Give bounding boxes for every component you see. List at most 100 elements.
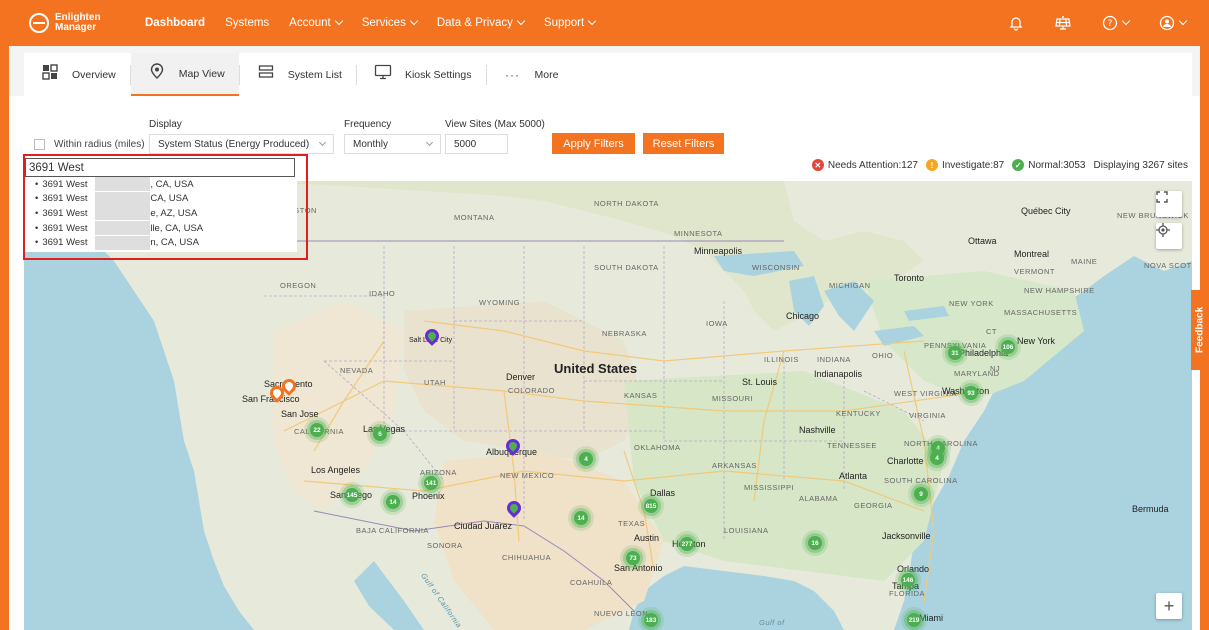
tab-kiosk-settings[interactable]: Kiosk Settings (357, 53, 486, 96)
label-baja-california: BAJA CALIFORNIA (356, 526, 429, 535)
label-south-carolina: SOUTH CAROLINA (884, 476, 958, 485)
city-minneapolis: Minneapolis (694, 246, 743, 256)
view-tabs: Overview Map View System List Kiosk Sett… (24, 53, 1192, 96)
label-colorado: COLORADO (508, 386, 555, 395)
site-cluster-marker[interactable]: 183 (644, 613, 658, 627)
frequency-select[interactable]: Monthly (344, 134, 441, 154)
label-illinois: ILLINOIS (764, 355, 799, 364)
site-cluster-marker[interactable]: 277 (680, 537, 694, 551)
investigate-badge[interactable]: ! Investigate:87 (925, 159, 1004, 171)
site-cluster-marker[interactable]: 16 (808, 536, 822, 550)
nav-services[interactable]: Services (362, 16, 419, 29)
city-phoenix: Phoenix (412, 491, 445, 501)
chevron-down-icon (1178, 16, 1188, 26)
zoom-in-button[interactable]: + (1156, 593, 1182, 619)
error-icon: ✕ (811, 159, 824, 171)
label-oregon: OREGON (280, 281, 317, 290)
city-san-jose: San Jose (281, 409, 319, 419)
label-georgia: GEORGIA (854, 501, 893, 510)
label-coahuila: COAHUILA (570, 578, 613, 587)
site-cluster-marker[interactable]: 93 (964, 386, 978, 400)
needs-attention-badge[interactable]: ✕ Needs Attention:127 (811, 159, 918, 171)
label-nova-scotia: NOVA SCOTIA (1144, 261, 1192, 270)
label-new-mexico: NEW MEXICO (500, 471, 555, 480)
site-cluster-marker[interactable]: 145 (345, 488, 359, 502)
tab-more[interactable]: ··· More (487, 53, 573, 96)
site-cluster-marker[interactable]: 73 (626, 551, 640, 565)
solar-panel-icon[interactable] (1054, 15, 1072, 31)
site-cluster-marker[interactable]: 219 (907, 613, 921, 627)
chevron-down-icon (318, 138, 327, 147)
label-gulf-of-mexico: Gulf of (759, 618, 785, 627)
within-radius-checkbox[interactable]: Within radius (miles) (34, 139, 145, 150)
site-cluster-marker[interactable]: 4 (930, 451, 944, 465)
enlighten-logo[interactable]: Enlighten Manager (29, 13, 139, 33)
chevron-down-icon (334, 16, 343, 26)
normal-badge[interactable]: ✓ Normal:3053 (1012, 159, 1086, 171)
nav-support[interactable]: Support (544, 16, 597, 29)
label-idaho: IDAHO (369, 289, 396, 298)
label-chihuahua: CHIHUAHUA (502, 553, 552, 562)
label-maine: MAINE (1071, 257, 1098, 266)
label-vermont: VERMONT (1014, 267, 1055, 276)
status-summary: ✕ Needs Attention:127 ! Investigate:87 ✓… (804, 159, 1188, 171)
monitor-icon (373, 64, 393, 85)
label-arkansas: ARKANSAS (712, 461, 757, 470)
view-sites-input[interactable]: 5000 (445, 134, 508, 154)
city-ciudad-juarez: Ciudad Juárez (454, 521, 513, 531)
label-tennessee: TENNESSEE (827, 441, 877, 450)
feedback-tab[interactable]: Feedback (1191, 290, 1209, 370)
site-cluster-marker[interactable]: 4 (579, 452, 593, 466)
site-cluster-marker[interactable]: 146 (901, 573, 915, 587)
nav-dashboard[interactable]: Dashboard (145, 17, 205, 29)
label-texas: TEXAS (618, 519, 646, 528)
fullscreen-icon[interactable] (1156, 191, 1182, 217)
site-cluster-marker[interactable]: 6 (373, 427, 387, 441)
help-icon[interactable]: ? (1102, 15, 1131, 31)
label-virginia: VIRGINIA (909, 411, 946, 420)
city-new-york: New York (1017, 336, 1056, 346)
nav-account[interactable]: Account (289, 16, 343, 29)
label-alabama: ALABAMA (799, 494, 838, 503)
site-cluster-marker[interactable]: 14 (574, 511, 588, 525)
reset-filters-button[interactable]: Reset Filters (643, 133, 724, 154)
tab-system-list[interactable]: System List (240, 53, 356, 96)
site-cluster-marker[interactable]: 22 (310, 423, 324, 437)
label-oklahoma: OKLAHOMA (634, 443, 681, 452)
nav-data-privacy[interactable]: Data & Privacy (437, 16, 526, 29)
display-select[interactable]: System Status (Energy Produced) (149, 134, 334, 154)
tab-map-view[interactable]: Map View (130, 53, 239, 96)
map-pin-icon (147, 63, 167, 84)
chevron-down-icon (425, 138, 434, 147)
tab-overview[interactable]: Overview (24, 53, 130, 96)
city-ottawa: Ottawa (968, 236, 997, 246)
label-north-dakota: NORTH DAKOTA (594, 199, 659, 208)
city-quebec-city: Québec City (1021, 206, 1071, 216)
display-label: Display (149, 119, 182, 130)
label-michigan: MICHIGAN (829, 281, 871, 290)
label-united-states: United States (554, 361, 638, 376)
label-wyoming: WYOMING (479, 298, 520, 307)
site-cluster-marker[interactable]: 9 (914, 487, 928, 501)
displaying-count: Displaying 3267 sites (1093, 159, 1189, 171)
site-cluster-marker[interactable]: 14 (386, 495, 400, 509)
label-montana: MONTANA (454, 213, 495, 222)
site-cluster-marker[interactable]: 141 (424, 476, 438, 490)
label-kansas: KANSAS (624, 391, 658, 400)
city-indianapolis: Indianapolis (814, 369, 863, 379)
label-south-dakota: SOUTH DAKOTA (594, 263, 659, 272)
label-nuevo-leon: NUEVO LEON (594, 609, 649, 618)
bell-icon[interactable] (1008, 15, 1024, 31)
label-louisiana: LOUISIANA (724, 526, 769, 535)
site-cluster-marker[interactable]: 31 (948, 346, 962, 360)
label-nevada: NEVADA (340, 366, 374, 375)
nav-systems[interactable]: Systems (225, 17, 269, 29)
checkbox-icon[interactable] (34, 139, 45, 150)
site-cluster-marker[interactable]: 106 (1001, 340, 1015, 354)
city-orlando: Orlando (897, 564, 930, 574)
city-denver: Denver (506, 372, 536, 382)
account-icon[interactable] (1159, 15, 1188, 31)
site-cluster-marker[interactable]: 815 (644, 499, 658, 513)
apply-filters-button[interactable]: Apply Filters (552, 133, 635, 154)
locate-icon[interactable] (1156, 223, 1182, 249)
